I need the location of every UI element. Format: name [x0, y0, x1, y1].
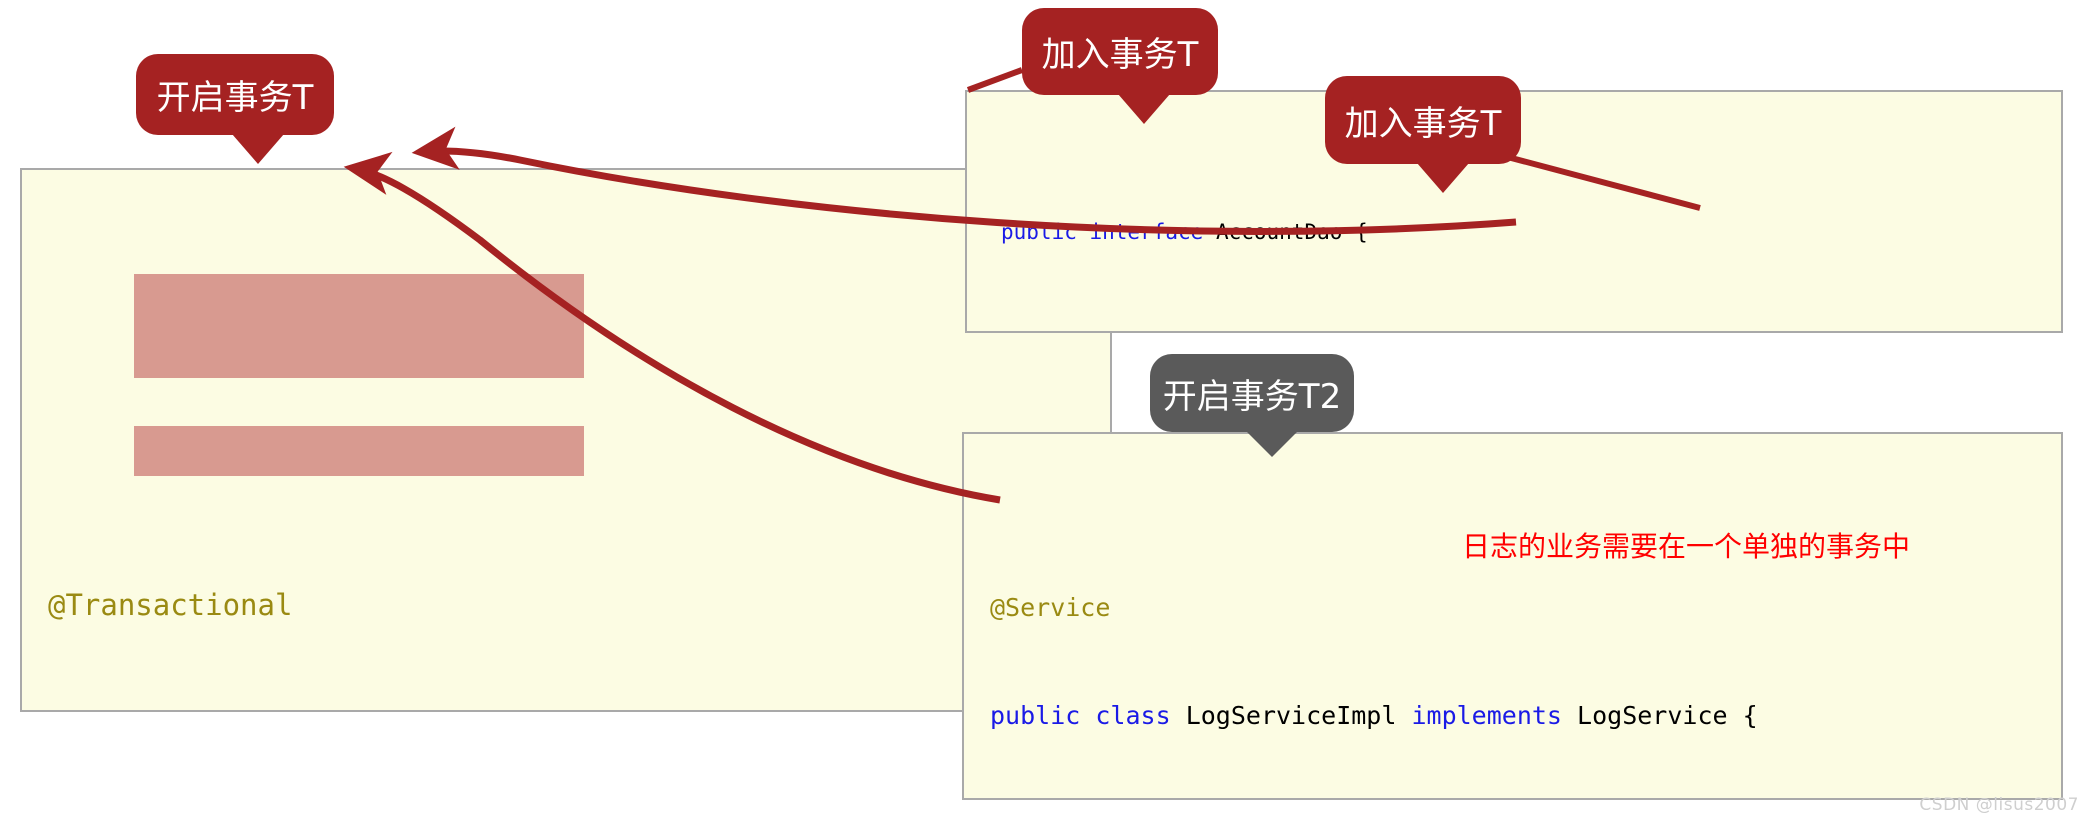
code-line: public class LogServiceImpl implements L…	[990, 701, 1758, 730]
code-line: @Service	[990, 593, 1111, 622]
code-line: public interface AccountDao {	[1001, 220, 1368, 244]
highlight-band-account-calls	[134, 274, 584, 378]
callout-tail	[1118, 94, 1170, 124]
callout-label: 加入事务T	[1041, 35, 1199, 75]
code-line: @Transactional	[48, 580, 1110, 630]
arrow-join-t1-connector	[966, 67, 1024, 93]
callout-open-transaction-t[interactable]: 开启事务T	[136, 54, 334, 164]
code-lines-accountdao: public interface AccountDao { @Update("u…	[967, 148, 2061, 331]
callout-open-transaction-t2[interactable]: 开启事务T2	[1150, 354, 1354, 457]
callout-tail	[1417, 163, 1469, 193]
callout-tail	[1246, 431, 1298, 457]
watermark: CSDN @lisus2007	[1919, 795, 2079, 815]
code-lines-transfer: @Transactional public void transfer(Stri…	[22, 470, 1110, 710]
code-panel-transfer: @Transactional public void transfer(Stri…	[20, 168, 1112, 712]
annotation-transactional: @Transactional	[48, 588, 293, 622]
diagram-canvas: @Transactional public void transfer(Stri…	[0, 0, 2089, 819]
code-panel-logservice: @Service public class LogServiceImpl imp…	[962, 432, 2063, 800]
callout-label: 加入事务T	[1344, 103, 1502, 144]
callout-tail	[232, 134, 284, 164]
note-log-separate-transaction: 日志的业务需要在一个单独的事务中	[1462, 530, 1911, 563]
highlight-band-log-call	[134, 426, 584, 476]
callout-label: 开启事务T2	[1162, 376, 1342, 417]
callout-label: 开启事务T	[156, 78, 314, 118]
callout-join-transaction-t-upper[interactable]: 加入事务T	[1022, 8, 1218, 124]
callout-join-transaction-t-right[interactable]: 加入事务T	[1325, 76, 1521, 193]
